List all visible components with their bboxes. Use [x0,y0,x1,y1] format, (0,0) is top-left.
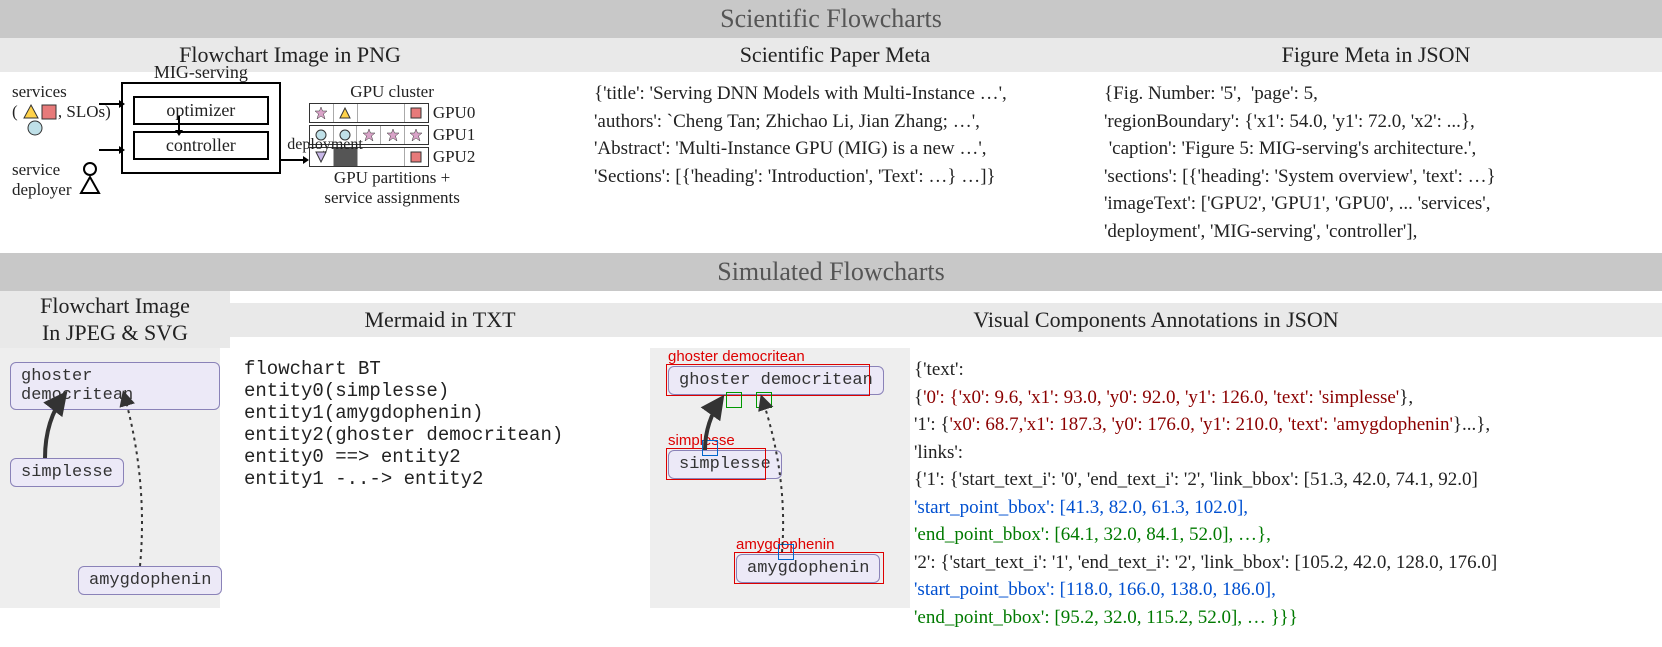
arrow-thick-icon [40,390,80,460]
circle-icon [26,119,44,137]
flowchart-png: services ( , SLOs) [0,72,580,218]
arrow-dotted-icon [120,390,160,570]
triangle-icon [339,107,351,119]
ann-label-ghoster: ghoster democritean [668,348,805,365]
banner-scientific: Scientific Flowcharts [0,0,1662,38]
col-header-png: Flowchart Image in PNG [0,38,580,72]
paper-meta-body: {'title': 'Serving DNN Models with Multi… [580,72,1090,198]
star-icon [363,129,375,141]
col-header-figure-meta: Figure Meta in JSON [1090,38,1662,72]
annotated-flowchart: ghoster democritean ghoster democritean … [650,348,910,608]
mig-serving-box: MIG-serving optimizer controller [121,82,281,174]
json-line: 'end_point_bbox': [95.2, 32.0, 115.2, 52… [914,604,1658,632]
gpu-cluster-label: GPU cluster [350,82,434,102]
gpu-footer: GPU partitions + service assignments [324,168,460,208]
json-line: '1': {'x0': 68.7,'x1': 187.3, 'y0': 176.… [914,411,1658,439]
figure-meta-body: {Fig. Number: '5', 'page': 5, 'regionBou… [1090,72,1662,253]
arrow-icon [173,116,185,136]
arrow-dotted-icon [758,396,798,556]
gpu1-label: GPU1 [433,125,476,145]
gpu0-label: GPU0 [433,103,476,123]
node-simplesse: simplesse [10,458,124,487]
controller-box: controller [133,131,269,160]
col-header-mermaid: Mermaid in TXT [230,303,650,337]
mig-title: MIG-serving [154,62,248,83]
services-label: services [12,82,111,102]
json-line: 'start_point_bbox': [118.0, 166.0, 138.0… [914,576,1658,604]
gpu0-bar [309,103,429,123]
optimizer-box: optimizer [133,96,269,125]
deployment-label: deployment [287,136,363,154]
scientific-section: Flowchart Image in PNG services ( , SLOs… [0,38,1662,253]
arrow-icon [99,144,125,156]
person-icon [77,161,103,200]
star-icon [387,129,399,141]
json-line: '2': {'start_text_i': '1', 'end_text_i':… [914,549,1658,577]
arrow-icon [99,98,125,110]
sim-header-row: Flowchart Image In JPEG & SVG Mermaid in… [0,291,1662,348]
json-line: 'start_point_bbox': [41.3, 82.0, 61.3, 1… [914,494,1658,522]
node-amygdophenin: amygdophenin [78,566,222,595]
service-deployer-label: service deployer [12,160,71,200]
json-line: 'end_point_bbox': [64.1, 32.0, 84.1, 52.… [914,521,1658,549]
gpu2-label: GPU2 [433,147,476,167]
col-header-paper-meta: Scientific Paper Meta [580,38,1090,72]
mermaid-text: flowchart BT entity0(simplesse) entity1(… [230,348,650,500]
sim-body-row: ghoster democritean simplesse amygdophen… [0,348,1662,639]
json-line: {'0': {'x0': 9.6, 'x1': 93.0, 'y0': 92.0… [914,384,1658,412]
red-bbox-icon [734,552,884,584]
arrow-icon [279,154,309,166]
star-icon [410,129,422,141]
json-line: {'text': [914,356,1658,384]
json-line: 'links': [914,439,1658,467]
col-header-visual-json: Visual Components Annotations in JSON [650,303,1662,337]
visual-json-body: {'text': {'0': {'x0': 9.6, 'x1': 93.0, '… [910,348,1662,639]
banner-simulated: Simulated Flowcharts [0,253,1662,291]
star-icon [315,107,327,119]
flowchart-jpeg-svg: ghoster democritean simplesse amygdophen… [0,348,220,608]
col-header-jpeg-svg: Flowchart Image In JPEG & SVG [0,291,230,348]
json-line: {'1': {'start_text_i': '0', 'end_text_i'… [914,466,1658,494]
square-icon [410,107,422,119]
square-icon [410,151,422,163]
arrow-thick-icon [700,396,730,452]
